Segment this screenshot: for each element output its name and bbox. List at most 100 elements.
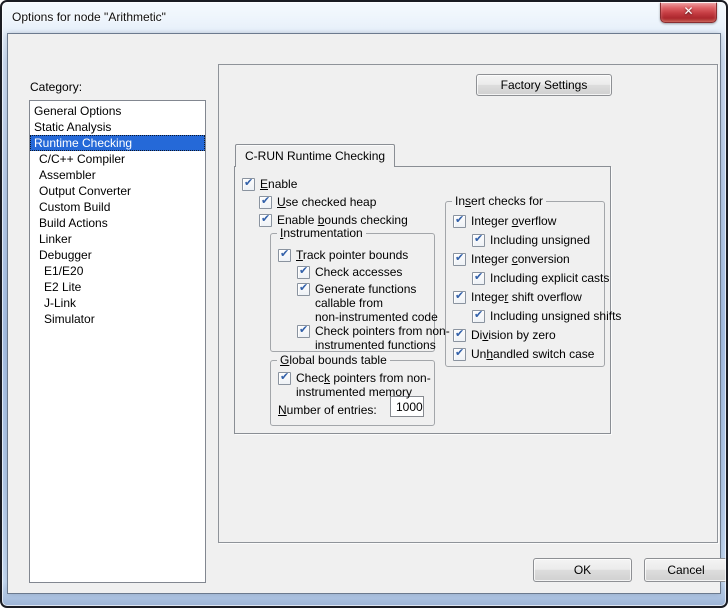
including-unsigned-shifts-row: ✔ Including unsigned shifts (472, 309, 621, 323)
category-item-simulator[interactable]: Simulator (30, 311, 205, 327)
category-item-custom-build[interactable]: Custom Build (30, 199, 205, 215)
check-pointers-non-instrumented-functions-label: Check pointers from non-instrumented fun… (315, 324, 450, 352)
generate-functions-label: Generate functionscallable fromnon-instr… (315, 282, 438, 324)
check-icon: ✔ (261, 194, 270, 207)
label-text: nable (268, 177, 297, 191)
category-item-label: Simulator (44, 312, 95, 326)
use-checked-heap-checkbox[interactable]: ✔ (259, 196, 272, 209)
label-text: rack pointer bounds (303, 248, 408, 262)
check-accesses-checkbox[interactable]: ✔ (297, 266, 310, 279)
crun-tab-page: Instrumentation Global bounds table Inse… (234, 166, 611, 434)
including-unsigned-checkbox[interactable]: ✔ (472, 234, 485, 247)
category-item-label: J-Link (44, 296, 76, 310)
check-pointers-non-instrumented-functions-checkbox[interactable]: ✔ (297, 325, 310, 338)
enable-bounds-checking-row: ✔ Enable bounds checking (259, 213, 408, 227)
label-text: ert checks for (471, 194, 543, 208)
category-item-build-actions[interactable]: Build Actions (30, 215, 205, 231)
options-panel: Factory Settings C-RUN Runtime Checking … (218, 64, 718, 543)
category-label: Category: (30, 80, 82, 94)
check-icon: ✔ (299, 281, 308, 294)
enable-bounds-checking-checkbox[interactable]: ✔ (259, 214, 272, 227)
label-line: instrumented memory (296, 385, 431, 399)
label-text: Including unsigned shifts (490, 309, 621, 323)
check-icon: ✔ (455, 346, 464, 359)
label-text: callable from (315, 296, 383, 310)
label-text: instrumented memory (296, 385, 412, 399)
ok-button[interactable]: OK (533, 558, 632, 582)
label-text: verflow (518, 214, 556, 228)
factory-settings-button[interactable]: Factory Settings (476, 74, 612, 96)
including-explicit-casts-checkbox[interactable]: ✔ (472, 272, 485, 285)
label-text: shift overflow (508, 290, 581, 304)
check-pointers-non-instrumented-memory-checkbox[interactable]: ✔ (278, 372, 291, 385)
track-pointer-bounds-checkbox[interactable]: ✔ (278, 249, 291, 262)
unhandled-switch-case-label: Unhandled switch case (471, 347, 594, 361)
enable-bounds-checking-label: Enable bounds checking (277, 213, 408, 227)
number-of-entries-input[interactable] (390, 396, 424, 417)
titlebar[interactable]: Options for node "Arithmetic" ✕ (2, 2, 726, 34)
number-of-entries-label: Number of entries: (278, 403, 377, 417)
label-text: se checked heap (286, 195, 377, 209)
use-checked-heap-label: Use checked heap (277, 195, 376, 209)
check-accesses-row: ✔ Check accesses (297, 265, 402, 279)
division-by-zero-checkbox[interactable]: ✔ (453, 329, 466, 342)
check-icon: ✔ (474, 232, 483, 245)
enable-label: Enable (260, 177, 297, 191)
label-line: Check pointers from non- (315, 324, 450, 338)
label-line: Including explicit casts (490, 271, 609, 285)
label-text: Un (471, 347, 486, 361)
category-item-output-converter[interactable]: Output Converter (30, 183, 205, 199)
including-explicit-casts-row: ✔ Including explicit casts (472, 271, 609, 285)
global-bounds-table-group-label: Global bounds table (277, 353, 390, 367)
integer-conversion-checkbox[interactable]: ✔ (453, 253, 466, 266)
label-text: Integer (471, 214, 512, 228)
label-text: T (296, 248, 303, 262)
label-line: Integer conversion (471, 252, 570, 266)
generate-functions-checkbox[interactable]: ✔ (297, 283, 310, 296)
including-unsigned-shifts-checkbox[interactable]: ✔ (472, 310, 485, 323)
track-pointer-bounds-label: Track pointer bounds (296, 248, 408, 262)
check-icon: ✔ (299, 323, 308, 336)
integer-overflow-label: Integer overflow (471, 214, 556, 228)
unhandled-switch-case-checkbox[interactable]: ✔ (453, 348, 466, 361)
check-icon: ✔ (474, 270, 483, 283)
category-item-e1-e20[interactable]: E1/E20 (30, 263, 205, 279)
label-line: Generate functions (315, 282, 438, 296)
integer-shift-overflow-label: Integer shift overflow (471, 290, 582, 304)
integer-shift-overflow-checkbox[interactable]: ✔ (453, 291, 466, 304)
instrumentation-group-label: Instrumentation (277, 226, 366, 240)
category-item-linker[interactable]: Linker (30, 231, 205, 247)
category-item-static-analysis[interactable]: Static Analysis (30, 119, 205, 135)
category-item-general-options[interactable]: General Options (30, 103, 205, 119)
category-item-j-link[interactable]: J-Link (30, 295, 205, 311)
label-line: Check accesses (315, 265, 402, 279)
label-text: instrumented functions (315, 338, 436, 352)
enable-checkbox[interactable]: ✔ (242, 178, 255, 191)
including-unsigned-shifts-label: Including unsigned shifts (490, 309, 621, 323)
track-pointer-bounds-row: ✔ Track pointer bounds (278, 248, 408, 262)
integer-conversion-row: ✔ Integer conversion (453, 252, 570, 266)
category-item-label: E2 Lite (44, 280, 81, 294)
check-icon: ✔ (474, 308, 483, 321)
tab-crun-runtime-checking[interactable]: C-RUN Runtime Checking (235, 144, 395, 167)
check-pointers-non-instrumented-memory-row: ✔Check pointers from non-instrumented me… (278, 371, 431, 399)
category-item-runtime-checking[interactable]: Runtime Checking (30, 135, 205, 151)
label-text: G (280, 353, 289, 367)
cancel-button[interactable]: Cancel (644, 558, 728, 582)
dialog-client: Category: General OptionsStatic Analysis… (8, 34, 720, 593)
label-text: Including unsigned (490, 233, 590, 247)
category-item-e2-lite[interactable]: E2 Lite (30, 279, 205, 295)
close-button[interactable]: ✕ (660, 2, 717, 23)
category-item-debugger[interactable]: Debugger (30, 247, 205, 263)
label-line: Enable bounds checking (277, 213, 408, 227)
category-item-assembler[interactable]: Assembler (30, 167, 205, 183)
integer-overflow-checkbox[interactable]: ✔ (453, 215, 466, 228)
check-icon: ✔ (299, 264, 308, 277)
options-dialog-window: Options for node "Arithmetic" ✕ Category… (0, 0, 728, 608)
category-item-c-c-compiler[interactable]: C/C++ Compiler (30, 151, 205, 167)
category-list[interactable]: General OptionsStatic AnalysisRuntime Ch… (29, 100, 206, 583)
check-icon: ✔ (261, 212, 270, 225)
check-icon: ✔ (455, 213, 464, 226)
division-by-zero-label: Division by zero (471, 328, 556, 342)
label-line: callable from (315, 296, 438, 310)
